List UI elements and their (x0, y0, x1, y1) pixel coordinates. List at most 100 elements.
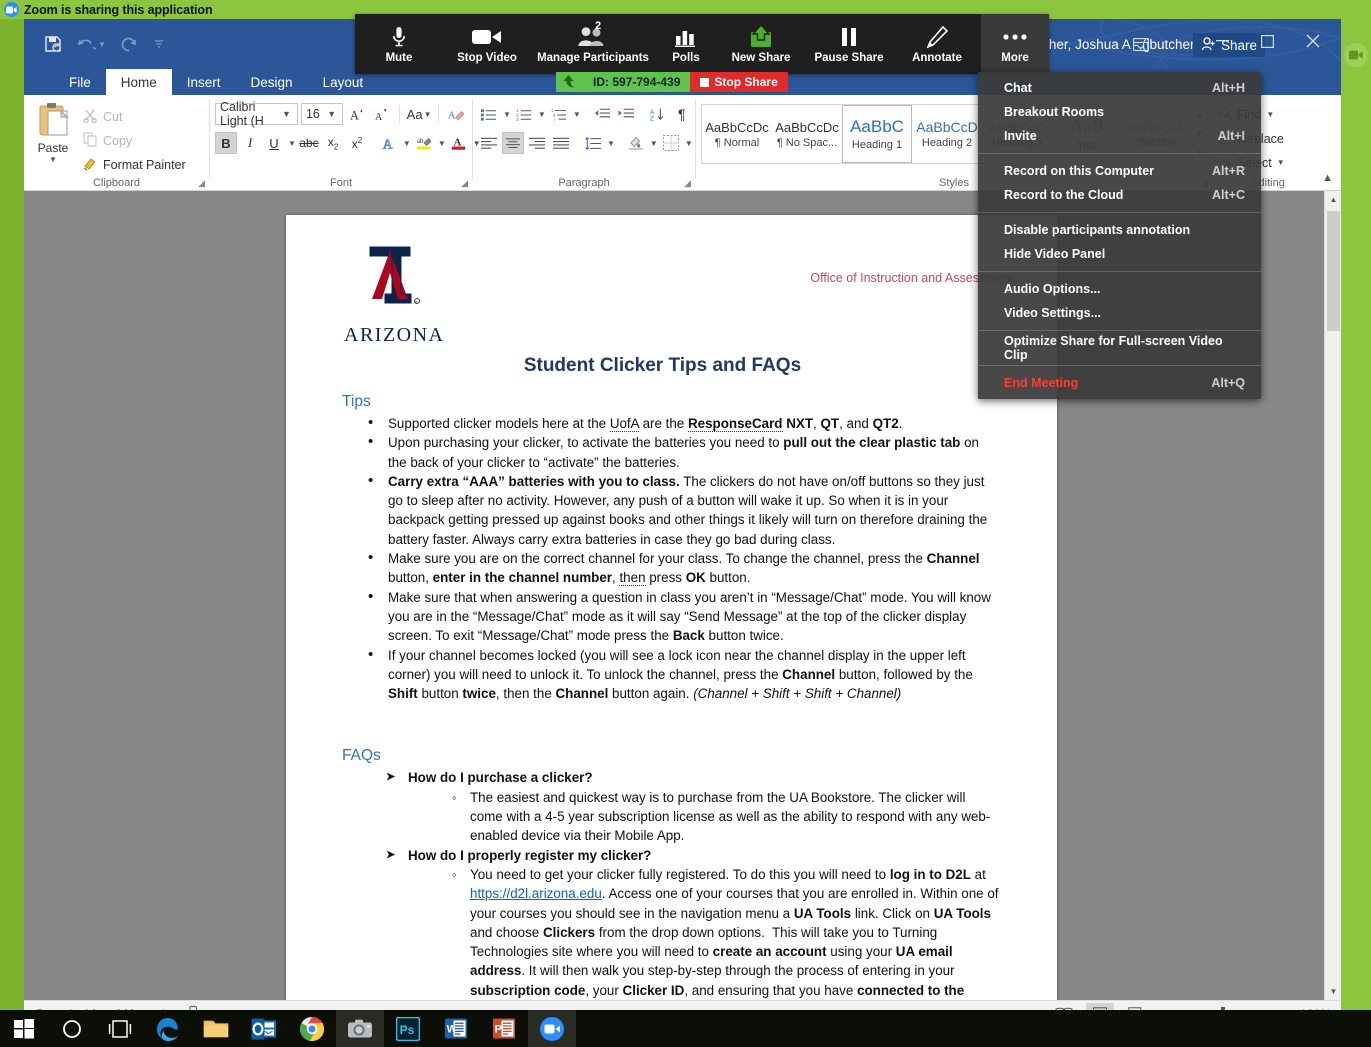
minimize-icon[interactable] (1200, 26, 1245, 56)
underline-button[interactable]: U (263, 132, 285, 154)
zoom-stop-share-button[interactable]: Stop Share (690, 72, 788, 92)
file-explorer-button[interactable] (192, 1010, 240, 1047)
clear-formatting-button[interactable]: A (445, 103, 467, 125)
chevron-down-icon[interactable]: ▼ (323, 109, 340, 119)
undo-icon[interactable]: ▼ (76, 36, 106, 52)
task-view-button[interactable] (96, 1010, 144, 1047)
document-vertical-scrollbar[interactable]: ▲ ▼ (1324, 191, 1341, 1000)
print-layout-button[interactable] (1086, 1003, 1114, 1010)
scrollbar-thumb[interactable] (1327, 211, 1340, 331)
borders-button[interactable] (660, 132, 682, 154)
show-formatting-marks-button[interactable]: ¶ (671, 103, 693, 125)
font-color-button[interactable]: A (448, 132, 470, 154)
underline-options-caret[interactable]: ▼ (288, 139, 296, 148)
zoom-button[interactable] (528, 1010, 576, 1047)
start-button[interactable] (0, 1010, 48, 1047)
menu-item-video-settings[interactable]: Video Settings... (978, 301, 1261, 325)
line-spacing-caret[interactable]: ▼ (607, 139, 615, 148)
tab-file[interactable]: File (54, 69, 106, 95)
format-painter-button[interactable]: Format Painter (83, 154, 186, 175)
customize-qat-icon[interactable] (152, 37, 166, 51)
font-dialog-launcher[interactable]: ◢ (461, 178, 468, 189)
italic-button[interactable]: I (239, 132, 261, 154)
zoom-meeting-id-chip[interactable]: ID: 597-794-439 (556, 72, 691, 92)
menu-item-disable-participants-annotation[interactable]: Disable participants annotation (978, 218, 1261, 242)
multilevel-list-button[interactable]: 1ai (548, 103, 570, 125)
paste-button[interactable]: Paste ▼ (29, 102, 77, 175)
tab-design[interactable]: Design (236, 69, 308, 95)
bold-button[interactable]: B (215, 132, 237, 154)
style-no-spacing[interactable]: AaBbCcDc ¶ No Spac... (772, 105, 842, 163)
bullets-button[interactable] (478, 103, 500, 125)
bullets-caret[interactable]: ▼ (503, 110, 511, 119)
word-button[interactable]: W (432, 1010, 480, 1047)
close-icon[interactable] (1290, 26, 1335, 56)
superscript-button[interactable]: x2 (346, 132, 368, 154)
chevron-down-icon[interactable]: ▼ (278, 109, 295, 119)
change-case-button[interactable]: Aa ▼ (406, 103, 432, 125)
web-layout-button[interactable] (1122, 1003, 1150, 1010)
select-caret[interactable]: ▼ (1277, 158, 1285, 167)
shading-caret[interactable]: ▼ (650, 139, 658, 148)
menu-item-optimize-share[interactable]: Optimize Share for Full-screen Video Cli… (978, 334, 1261, 362)
copy-button[interactable]: Copy (83, 130, 186, 151)
strikethrough-button[interactable]: abc (298, 132, 320, 154)
subscript-button[interactable]: x2 (322, 132, 344, 154)
ribbon-display-options-icon[interactable] (1127, 33, 1155, 55)
scroll-down-icon[interactable]: ▼ (1325, 983, 1341, 1000)
d2l-link[interactable]: https://d2l.arizona.edu (470, 886, 602, 901)
text-effects-button[interactable]: A (378, 132, 400, 154)
zoom-pause-share-button[interactable]: Pause Share (805, 14, 893, 74)
align-center-button[interactable] (502, 132, 524, 154)
zoom-new-share-button[interactable]: New Share (717, 14, 805, 74)
numbering-button[interactable]: 123 (513, 103, 535, 125)
outlook-button[interactable] (240, 1010, 288, 1047)
menu-item-breakout-rooms[interactable]: Breakout Rooms (978, 100, 1261, 124)
redo-icon[interactable] (120, 36, 138, 52)
menu-item-invite[interactable]: Invite Alt+I (978, 124, 1261, 148)
text-highlight-button[interactable]: ab (413, 132, 435, 154)
borders-caret[interactable]: ▼ (685, 139, 693, 148)
menu-item-record-on-this-computer[interactable]: Record on this Computer Alt+R (978, 159, 1261, 183)
font-name-input[interactable]: Calibri Light (H ▼ (215, 100, 298, 128)
zoom-annotate-button[interactable]: Annotate (893, 14, 981, 74)
text-effects-caret[interactable]: ▼ (403, 139, 411, 148)
edge-button[interactable] (144, 1010, 192, 1047)
snagit-button[interactable] (336, 1010, 384, 1047)
style-heading-1[interactable]: AaBbC Heading 1 (842, 105, 912, 163)
menu-item-audio-options[interactable]: Audio Options... (978, 277, 1261, 301)
save-icon[interactable] (44, 35, 62, 53)
style-normal[interactable]: AaBbCcDc ¶ Normal (702, 105, 772, 163)
multilevel-caret[interactable]: ▼ (573, 110, 581, 119)
align-right-button[interactable] (526, 132, 548, 154)
decrease-indent-button[interactable] (591, 103, 613, 125)
shrink-font-button[interactable]: A (371, 103, 393, 125)
highlight-caret[interactable]: ▼ (438, 139, 446, 148)
align-left-button[interactable] (478, 132, 500, 154)
document-page[interactable]: R ARIZONA Office of Instruction and Asse… (286, 215, 1057, 1000)
tab-insert[interactable]: Insert (172, 69, 236, 95)
powerpoint-button[interactable]: P (480, 1010, 528, 1047)
style-heading-2[interactable]: AaBbCcD Heading 2 (912, 105, 982, 163)
increase-indent-button[interactable] (615, 103, 637, 125)
zoom-stop-video-button[interactable]: Stop Video (443, 14, 531, 74)
zoom-more-button[interactable]: More (981, 14, 1049, 74)
cut-button[interactable]: Cut (83, 106, 186, 127)
restore-icon[interactable] (1245, 26, 1290, 56)
clipboard-dialog-launcher[interactable]: ◢ (198, 178, 205, 189)
zoom-manage-participants-button[interactable]: 2 Manage Participants (531, 14, 655, 74)
tab-home[interactable]: Home (105, 69, 172, 95)
cortana-search-button[interactable] (48, 1010, 96, 1047)
sort-button[interactable]: AZ (647, 103, 669, 125)
read-mode-button[interactable] (1050, 1003, 1078, 1010)
grow-font-button[interactable]: A (346, 103, 368, 125)
photoshop-button[interactable]: Ps (384, 1010, 432, 1047)
line-spacing-button[interactable] (582, 132, 604, 154)
find-caret[interactable]: ▼ (1266, 110, 1274, 119)
scroll-up-icon[interactable]: ▲ (1325, 191, 1341, 208)
menu-item-record-to-the-cloud[interactable]: Record to the Cloud Alt+C (978, 183, 1261, 207)
font-size-input[interactable]: 16 ▼ (300, 103, 344, 125)
zoom-polls-button[interactable]: Polls (655, 14, 717, 74)
numbering-caret[interactable]: ▼ (538, 110, 546, 119)
collapse-ribbon-button[interactable]: ▲ (1322, 172, 1333, 184)
